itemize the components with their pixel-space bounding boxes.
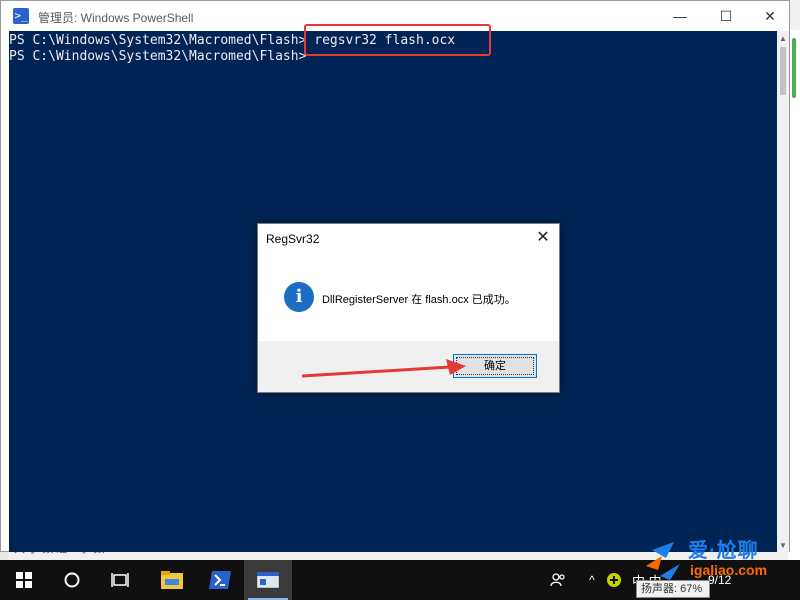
tray-app-icon[interactable]: [606, 560, 622, 600]
minimize-button[interactable]: —: [657, 1, 703, 31]
start-button[interactable]: [0, 560, 48, 600]
search-icon: [64, 572, 80, 588]
powershell-icon: >_: [13, 8, 29, 24]
info-icon: i: [284, 282, 314, 312]
watermark-url: igaliao.com: [690, 562, 768, 578]
red-arrow-icon: [301, 359, 466, 378]
dialog-message: DllRegisterServer 在 flash.ocx 已成功。: [322, 294, 516, 306]
task-view-button[interactable]: [96, 560, 144, 600]
task-view-icon: [111, 573, 129, 587]
windows-logo-icon: [16, 572, 32, 588]
show-hidden-icons-button[interactable]: ^: [584, 560, 600, 600]
file-explorer-button[interactable]: [148, 560, 196, 600]
maximize-button[interactable]: ☐: [703, 1, 749, 31]
console-line: PS C:\Windows\System32\Macromed\Flash>: [9, 49, 307, 64]
watermark-logo-icon: [646, 542, 680, 580]
scroll-thumb[interactable]: [780, 47, 786, 95]
search-button[interactable]: [48, 560, 96, 600]
command-highlight-box: [304, 24, 491, 56]
dialog-title: RegSvr32: [266, 232, 320, 246]
close-button[interactable]: ✕: [747, 1, 793, 31]
watermark-text: 爱·尬聊: [688, 540, 759, 562]
regsvr32-window-icon: [257, 572, 279, 588]
powershell-icon: [209, 571, 231, 589]
scroll-up-icon[interactable]: ▲: [779, 34, 787, 43]
green-plus-icon: [607, 573, 621, 587]
powershell-taskbar-button[interactable]: [196, 560, 244, 600]
site-watermark: 爱·尬聊 igaliao.com: [640, 530, 796, 586]
regsvr32-taskbar-button[interactable]: [244, 560, 292, 600]
green-scroll-indicator: [792, 38, 796, 98]
file-explorer-icon: [161, 571, 183, 589]
window-title: 管理员: Windows PowerShell: [38, 11, 194, 25]
vertical-scrollbar[interactable]: ▲ ▼: [777, 31, 789, 552]
dialog-close-button[interactable]: ✕: [533, 228, 553, 248]
people-icon[interactable]: [548, 560, 568, 600]
people-glyph-icon: [550, 573, 565, 587]
